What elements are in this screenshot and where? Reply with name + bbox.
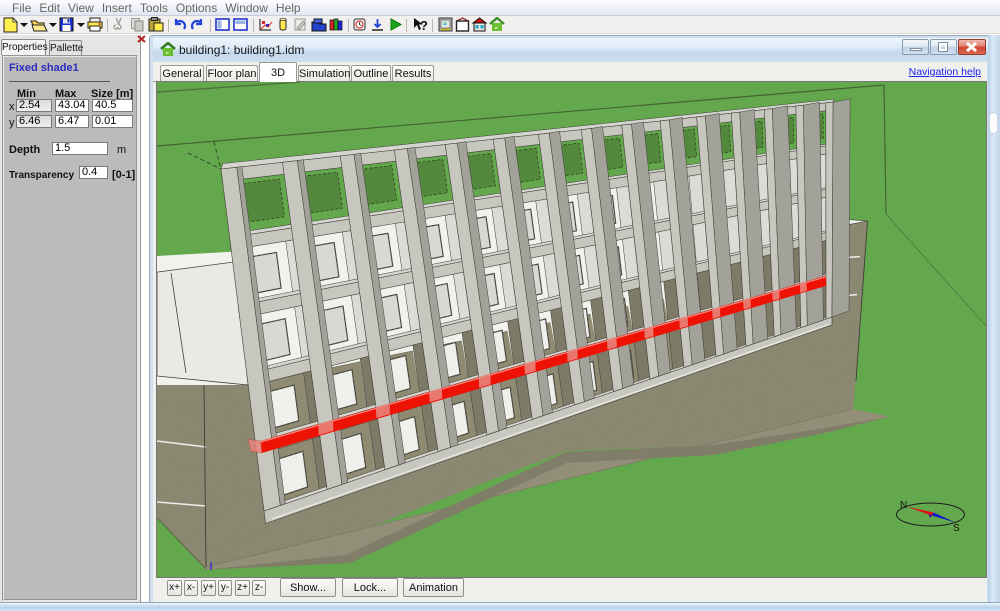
svg-text:S: S bbox=[953, 523, 960, 534]
svg-text:N: N bbox=[900, 500, 907, 511]
svg-text:?: ? bbox=[420, 18, 428, 33]
